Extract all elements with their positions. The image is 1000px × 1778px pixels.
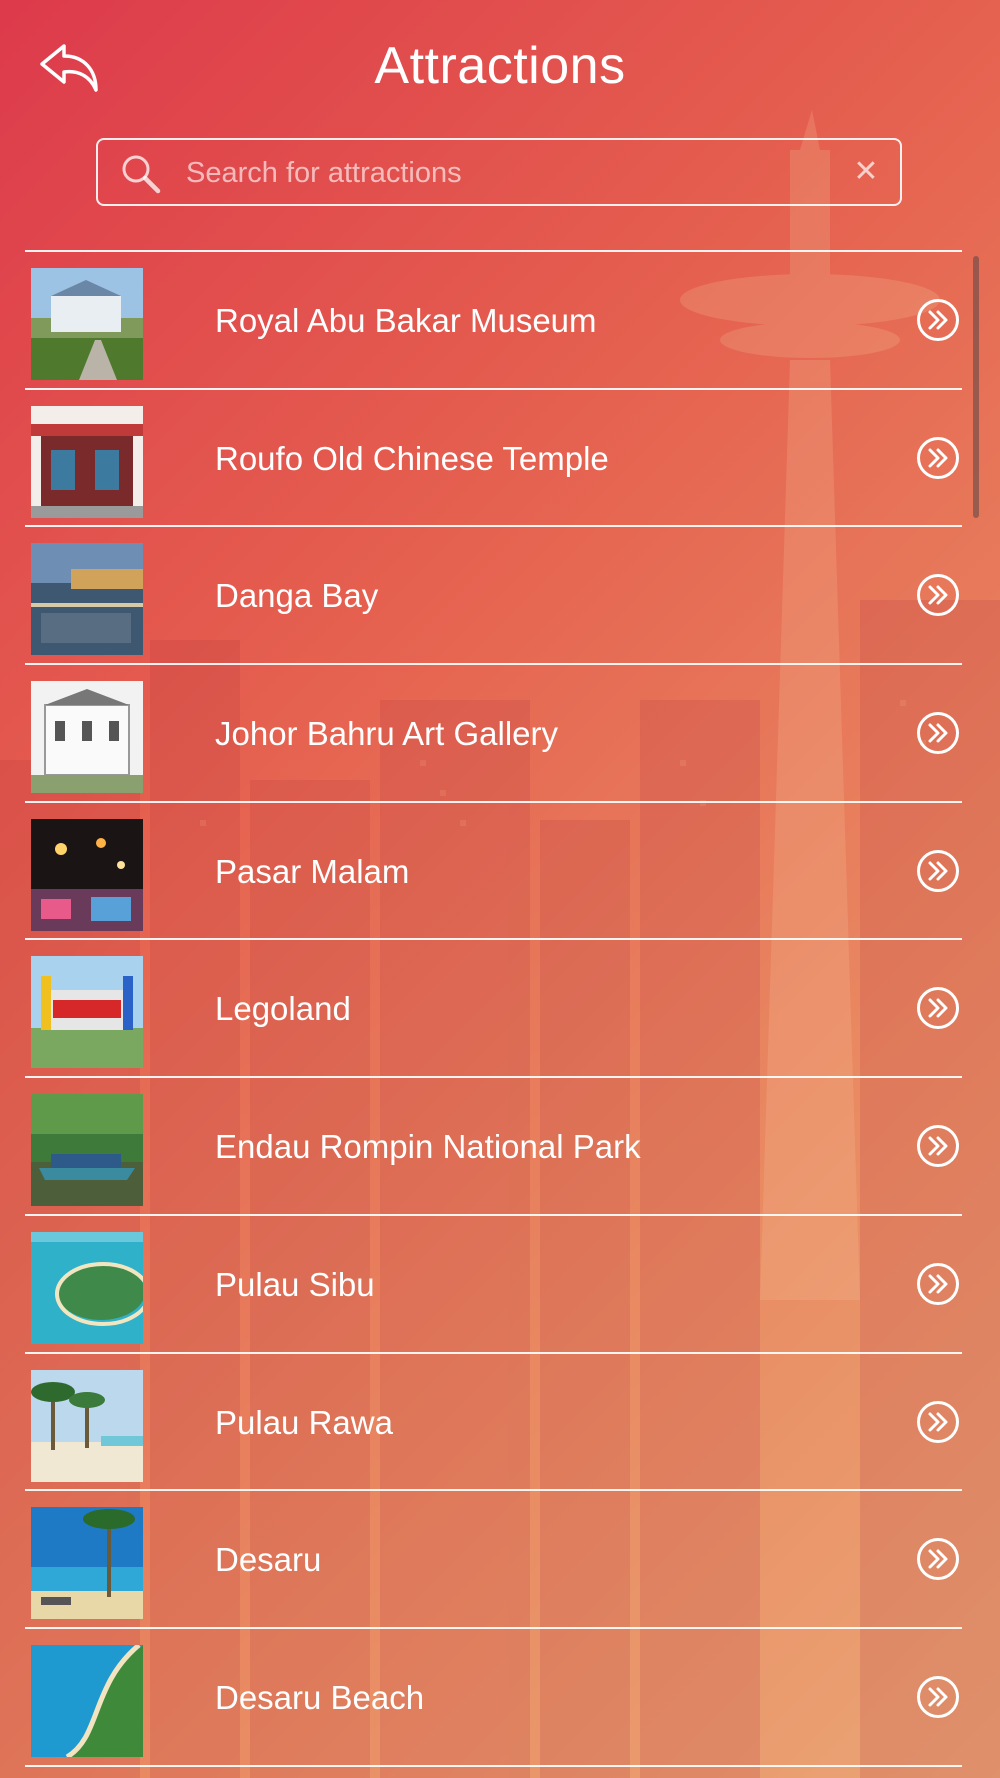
list-item[interactable]: Legoland bbox=[25, 940, 962, 1076]
nav-header: Attractions bbox=[0, 0, 1000, 135]
attraction-name: Pasar Malam bbox=[215, 852, 410, 890]
attraction-name: Royal Abu Bakar Museum bbox=[215, 302, 597, 339]
attraction-name: Johor Bahru Art Gallery bbox=[215, 715, 558, 753]
list-item[interactable]: Pulau Rawa bbox=[25, 1354, 962, 1490]
chevron-double-right-icon[interactable] bbox=[916, 436, 960, 480]
chevron-double-right-icon[interactable] bbox=[916, 986, 960, 1030]
attraction-thumbnail bbox=[31, 1231, 143, 1344]
list-item[interactable]: Johor Bahru Art Gallery bbox=[25, 665, 962, 801]
list-item[interactable]: Pasar Malam bbox=[25, 803, 962, 939]
search-input[interactable] bbox=[184, 146, 828, 200]
list-item[interactable]: Royal Abu Bakar Museum bbox=[25, 252, 962, 388]
chevron-double-right-icon[interactable] bbox=[916, 1400, 960, 1444]
chevron-double-right-icon[interactable] bbox=[916, 298, 960, 342]
scrollbar[interactable] bbox=[973, 256, 979, 518]
attraction-thumbnail bbox=[31, 1369, 143, 1482]
attraction-thumbnail bbox=[31, 818, 143, 931]
chevron-double-right-icon[interactable] bbox=[916, 1675, 960, 1719]
list-divider bbox=[25, 1764, 962, 1767]
attraction-thumbnail bbox=[31, 1507, 143, 1620]
chevron-double-right-icon[interactable] bbox=[916, 1124, 960, 1168]
list-item[interactable]: Danga Bay bbox=[25, 527, 962, 663]
attraction-thumbnail bbox=[31, 1094, 143, 1207]
attraction-thumbnail bbox=[31, 956, 143, 1069]
attraction-name: Desaru Beach bbox=[215, 1678, 425, 1716]
list-item[interactable]: Desaru bbox=[25, 1491, 962, 1627]
attraction-name: Desaru bbox=[215, 1541, 322, 1579]
chevron-double-right-icon[interactable] bbox=[916, 711, 960, 755]
attractions-list[interactable]: Royal Abu Bakar Museum Roufo Old Chinese … bbox=[25, 250, 962, 1778]
chevron-double-right-icon[interactable] bbox=[916, 849, 960, 893]
search-icon bbox=[122, 155, 161, 194]
attractions-screen: Attractions ✕ Royal Abu Bakar Museum Rouf… bbox=[0, 0, 1000, 1778]
attraction-thumbnail bbox=[31, 1644, 143, 1757]
page-title: Attractions bbox=[374, 37, 626, 95]
attraction-name: Danga Bay bbox=[215, 577, 379, 615]
chevron-double-right-icon[interactable] bbox=[916, 1537, 960, 1581]
search-bar[interactable]: ✕ bbox=[96, 138, 902, 206]
attraction-name: Legoland bbox=[215, 990, 351, 1028]
attraction-name: Pulau Sibu bbox=[215, 1265, 375, 1303]
list-item[interactable]: Desaru Beach bbox=[25, 1629, 962, 1765]
attraction-name: Pulau Rawa bbox=[215, 1403, 393, 1441]
chevron-double-right-icon[interactable] bbox=[916, 1262, 960, 1306]
list-item[interactable]: Roufo Old Chinese Temple bbox=[25, 390, 962, 526]
attraction-thumbnail bbox=[31, 268, 143, 380]
clear-search-button[interactable]: ✕ bbox=[850, 156, 882, 188]
attraction-name: Roufo Old Chinese Temple bbox=[215, 439, 609, 477]
list-item[interactable]: Endau Rompin National Park bbox=[25, 1078, 962, 1214]
attraction-thumbnail bbox=[31, 681, 143, 794]
attraction-thumbnail bbox=[31, 543, 143, 656]
attraction-thumbnail bbox=[31, 405, 143, 518]
chevron-double-right-icon[interactable] bbox=[916, 573, 960, 617]
attraction-name: Endau Rompin National Park bbox=[215, 1128, 641, 1166]
list-item[interactable]: Pulau Sibu bbox=[25, 1216, 962, 1352]
